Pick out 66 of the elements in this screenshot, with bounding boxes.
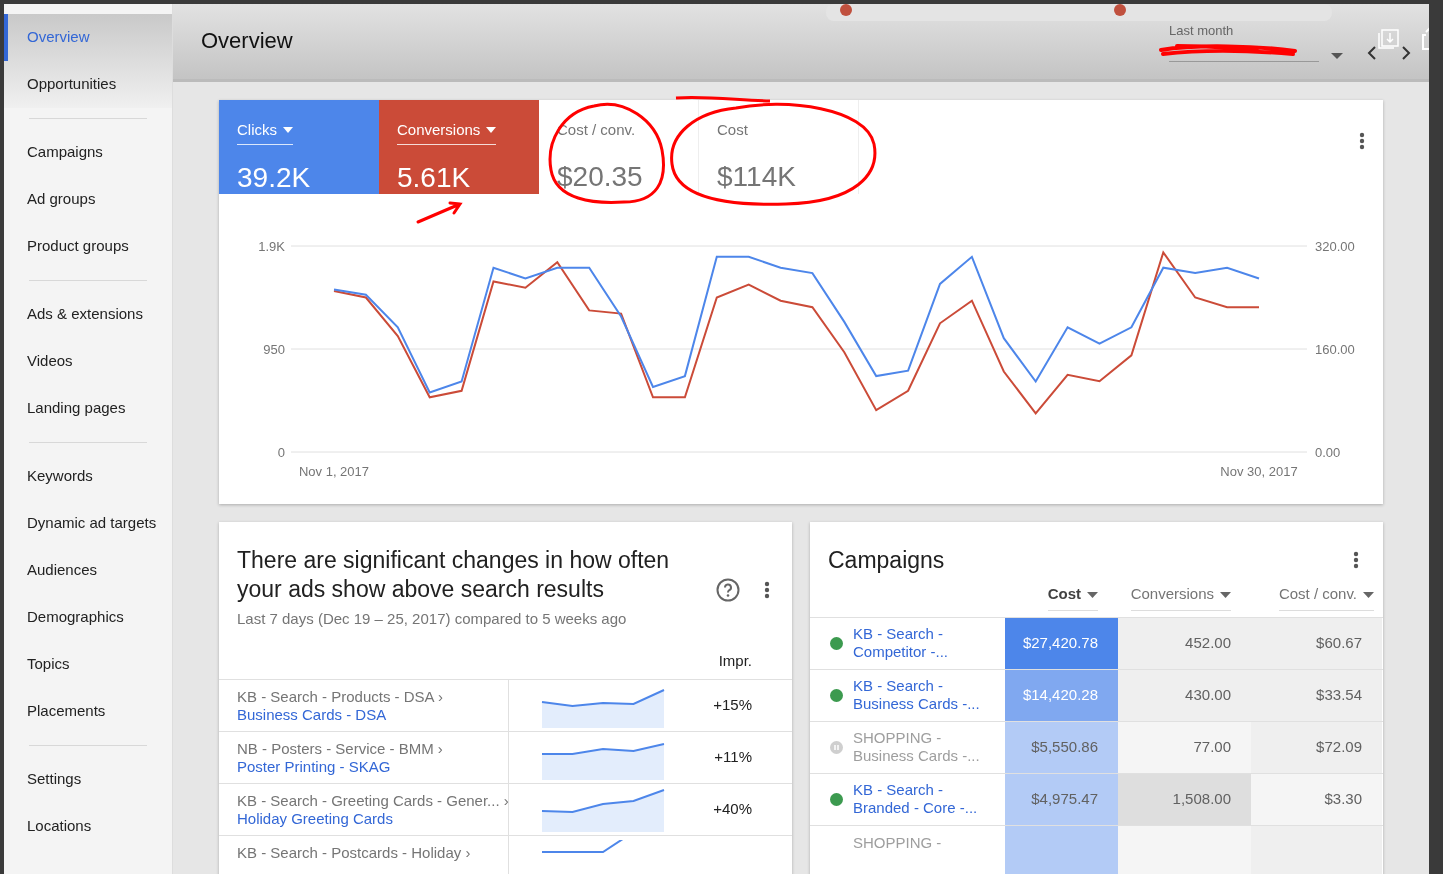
axis-label: Nov 1, 2017 <box>298 464 370 479</box>
caret-icon <box>486 127 497 134</box>
sidebar-item[interactable]: Settings <box>4 756 172 803</box>
sidebar-item[interactable]: Keywords <box>4 453 172 500</box>
table-cell: $4,975.47 <box>1005 773 1118 825</box>
sidebar-item[interactable]: Product groups <box>4 223 172 270</box>
caret-icon <box>283 127 293 134</box>
axis-label: Nov 30, 2017 <box>1220 464 1298 479</box>
table-cell: $60.67 <box>1251 617 1382 669</box>
sidebar-item[interactable]: Placements <box>4 688 172 735</box>
column-header: Impr. <box>718 651 752 671</box>
axis-label: 320.00 <box>1315 239 1355 254</box>
sidebar-item[interactable]: Dynamic ad targets <box>4 500 172 547</box>
ad-group-link[interactable]: Poster Printing - SKAG <box>237 757 508 776</box>
caret-icon <box>1363 591 1374 598</box>
breadcrumb-text: KB - Search - Postcards - Holiday › <box>237 843 472 862</box>
campaign-link[interactable]: KB - Search - Business Cards -... <box>853 677 981 714</box>
campaign-link[interactable]: KB - Search - Competitor -... <box>853 625 981 662</box>
axis-label: 160.00 <box>1315 342 1355 357</box>
column-header[interactable]: Cost <box>1047 583 1098 611</box>
card-title: Campaigns <box>828 546 945 575</box>
date-range-label: Last month <box>1169 21 1234 40</box>
change-value: +40% <box>713 798 753 819</box>
metric-tile[interactable]: Cost $114K <box>699 100 859 194</box>
breadcrumb-text: NB - Posters - Service - BMM › <box>237 739 444 758</box>
breadcrumb-text: KB - Search - Products - DSA › <box>237 687 444 706</box>
column-header[interactable]: Cost / conv. <box>1278 583 1374 611</box>
axis-label: 0 <box>277 445 285 460</box>
caret-icon <box>1087 591 1098 598</box>
table-cell: $3.30 <box>1251 773 1382 825</box>
table-cell: $72.09 <box>1251 721 1382 773</box>
table-cell: $33.54 <box>1251 669 1382 721</box>
axis-label: 950 <box>263 342 285 357</box>
table-cell: $27,420.78 <box>1005 617 1118 669</box>
sidebar-item[interactable]: Demographics <box>4 594 172 641</box>
breadcrumb-text: KB - Search - Greeting Cards - Gener... › <box>237 791 508 810</box>
axis-label: 0.00 <box>1315 445 1341 460</box>
page-title: Overview <box>201 28 293 55</box>
change-value: +15% <box>713 694 753 715</box>
ad-group-link[interactable]: Holiday Greeting Cards <box>237 809 508 828</box>
metric-tile[interactable]: Conversions 5.61K <box>379 100 539 194</box>
ad-group-link[interactable]: Business Cards - DSA <box>237 705 508 724</box>
table-cell: $5,550.86 <box>1005 721 1118 773</box>
sidebar-item[interactable]: Opportunities <box>4 61 172 108</box>
table-cell: 77.00 <box>1118 721 1251 773</box>
sidebar-item[interactable]: Ad groups <box>4 176 172 223</box>
more-options-icon[interactable] <box>1359 132 1365 150</box>
card-subtitle: Last 7 days (Dec 19 – 25, 2017) compared to 5 weeks ago <box>237 608 628 629</box>
column-header[interactable]: Conversions <box>1130 583 1231 611</box>
card-title: There are significant changes in how often your ads show above search results <box>237 546 671 604</box>
axis-label: 1.9K <box>258 239 285 254</box>
sidebar-item[interactable]: Videos <box>4 338 172 385</box>
table-cell: 452.00 <box>1118 617 1251 669</box>
sidebar-item[interactable]: Topics <box>4 641 172 688</box>
caret-icon <box>1220 591 1231 598</box>
sidebar-item[interactable]: Locations <box>4 803 172 850</box>
sidebar-item[interactable]: Ads & extensions <box>4 291 172 338</box>
change-value: +11% <box>714 746 753 767</box>
sidebar-item[interactable]: Landing pages <box>4 385 172 432</box>
sidebar-item[interactable]: Audiences <box>4 547 172 594</box>
table-cell: 1,508.00 <box>1118 773 1251 825</box>
metric-tile[interactable]: Clicks 39.2K <box>219 100 379 194</box>
table-cell: 430.00 <box>1118 669 1251 721</box>
campaign-link[interactable]: KB - Search - Branded - Core -... <box>853 781 981 818</box>
table-cell: $14,420.28 <box>1005 669 1118 721</box>
sidebar-item[interactable]: Campaigns <box>4 129 172 176</box>
